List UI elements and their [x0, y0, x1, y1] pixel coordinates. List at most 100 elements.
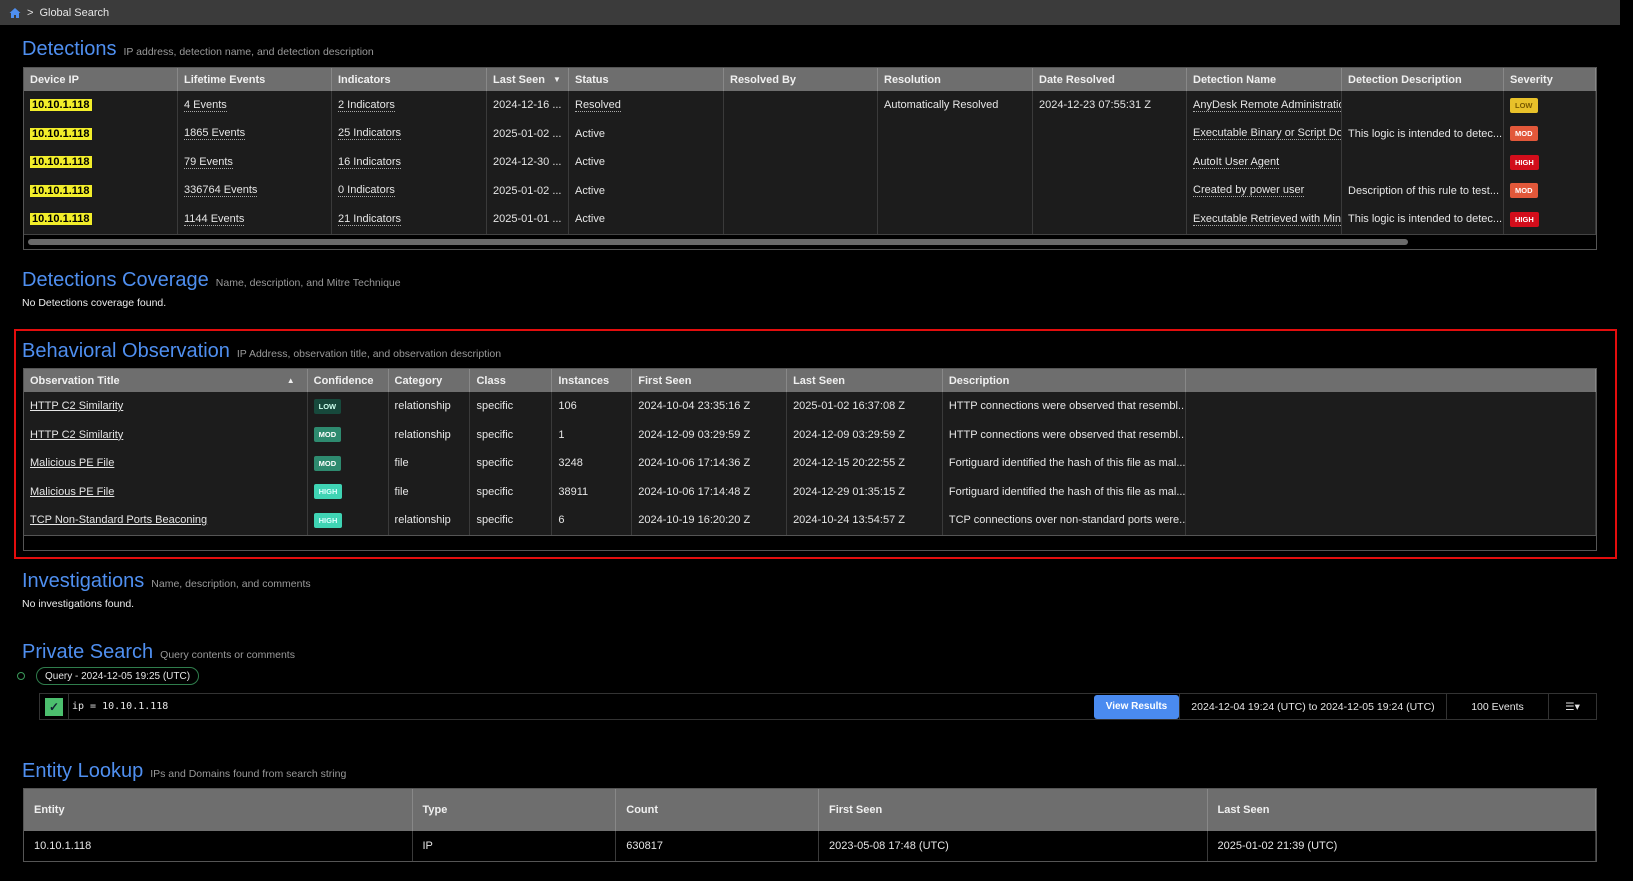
- table-row[interactable]: 10.10.1.118 79 Events 16 Indicators 2024-12…: [24, 148, 1596, 177]
- section-subtitle: Name, description, and comments: [151, 578, 311, 590]
- coverage-header: Detections Coverage Name, description, an…: [22, 269, 401, 292]
- cell-link[interactable]: 336764 Events: [184, 184, 258, 198]
- table-cell: Resolved: [569, 91, 724, 120]
- column-header[interactable]: Observation Title ▲: [24, 369, 308, 392]
- column-header[interactable]: Instances: [552, 369, 633, 392]
- table-cell: HTTP C2 Similarity: [24, 420, 308, 449]
- table-cell: file: [389, 477, 471, 506]
- table-cell: 10.10.1.118: [24, 831, 413, 861]
- observation-link[interactable]: Malicious PE File: [30, 486, 114, 498]
- table-row[interactable]: TCP Non-Standard Ports Beaconing HIGH rela…: [24, 506, 1597, 535]
- column-label: Resolution: [884, 73, 941, 86]
- table-cell: 6: [552, 506, 633, 535]
- column-header[interactable]: Count: [616, 789, 819, 831]
- table-cell: Automatically Resolved: [878, 91, 1033, 120]
- query-text[interactable]: ip = 10.10.1.118: [68, 694, 1094, 719]
- column-header[interactable]: Last Seen ▼: [487, 68, 569, 91]
- column-header[interactable]: Severity: [1504, 68, 1596, 91]
- column-header[interactable]: First Seen: [819, 789, 1208, 831]
- observation-link[interactable]: HTTP C2 Similarity: [30, 400, 123, 412]
- cell-text: 2024-12-15 20:22:55 Z: [793, 457, 905, 470]
- table-cell: 106: [552, 392, 633, 421]
- column-header[interactable]: Device IP: [24, 68, 178, 91]
- behavioral-header: Behavioral Observation IP Address, observ…: [22, 340, 501, 363]
- column-header[interactable]: First Seen: [632, 369, 788, 392]
- table-row[interactable]: Malicious PE File HIGH file specific 38911 20…: [24, 477, 1597, 506]
- table-row[interactable]: 10.10.1.118 336764 Events 0 Indicators 2025…: [24, 176, 1596, 205]
- sort-descending-icon[interactable]: ▼: [553, 75, 561, 84]
- table-cell: Executable Binary or Script Dow: [1187, 119, 1342, 148]
- column-header[interactable]: Resolution: [878, 68, 1033, 91]
- table-cell: relationship: [389, 420, 471, 449]
- column-header[interactable]: Confidence: [308, 369, 389, 392]
- table-cell: Fortiguard identified the hash of this f…: [943, 477, 1186, 506]
- column-header[interactable]: Entity: [24, 789, 413, 831]
- table-cell: [1186, 449, 1597, 478]
- column-label: Description: [948, 374, 1010, 387]
- breadcrumb-separator: >: [27, 6, 34, 19]
- cell-link[interactable]: 2 Indicators: [338, 99, 395, 112]
- horizontal-scrollbar[interactable]: [24, 233, 1596, 249]
- cell-link[interactable]: 0 Indicators: [338, 184, 395, 198]
- column-header[interactable]: Class: [470, 369, 553, 392]
- cell-link[interactable]: AutoIt User Agent: [1193, 156, 1280, 169]
- table-cell: [1186, 420, 1597, 449]
- section-title: Detections: [22, 38, 117, 60]
- cell-link[interactable]: 79 Events: [184, 156, 233, 169]
- column-header[interactable]: Last Seen: [787, 369, 943, 392]
- table-row[interactable]: 10.10.1.118 1144 Events 21 Indicators 2025-…: [24, 205, 1596, 234]
- cell-link[interactable]: 1865 Events: [184, 127, 246, 141]
- column-header[interactable]: [1186, 369, 1597, 392]
- status-link[interactable]: Resolved: [575, 99, 621, 112]
- table-row[interactable]: HTTP C2 Similarity MOD relationship specifi…: [24, 420, 1597, 449]
- check-icon[interactable]: ✓: [45, 697, 63, 716]
- table-cell: Malicious PE File: [24, 477, 308, 506]
- table-cell: 38911: [552, 477, 633, 506]
- cell-link[interactable]: Executable Binary or Script Dow: [1193, 127, 1341, 141]
- table-row[interactable]: HTTP C2 Similarity LOW relationship specifi…: [24, 392, 1597, 421]
- column-header[interactable]: Indicators: [332, 68, 487, 91]
- column-header[interactable]: Category: [389, 369, 471, 392]
- column-header[interactable]: Last Seen: [1208, 789, 1596, 831]
- column-header[interactable]: Type: [413, 789, 617, 831]
- column-header[interactable]: Detection Name: [1187, 68, 1342, 91]
- table-cell: 25 Indicators: [332, 119, 487, 148]
- table-cell: Created by power user: [1187, 176, 1342, 205]
- home-icon[interactable]: [9, 7, 21, 19]
- column-header[interactable]: Detection Description: [1342, 68, 1504, 91]
- observation-link[interactable]: TCP Non-Standard Ports Beaconing: [30, 514, 207, 526]
- cell-link[interactable]: Created by power user: [1193, 184, 1305, 198]
- scrollbar-thumb[interactable]: [28, 238, 1408, 245]
- sort-ascending-icon[interactable]: ▲: [287, 376, 295, 385]
- column-header[interactable]: Description: [943, 369, 1186, 392]
- cell-text: 2024-10-04 23:35:16 Z: [638, 400, 751, 413]
- table-cell: 10.10.1.118: [24, 205, 178, 234]
- table-row[interactable]: 10.10.1.118 4 Events 2 Indicators 2024-12-1…: [24, 91, 1596, 120]
- table-row[interactable]: 10.10.1.118 1865 Events 25 Indicators 2025-…: [24, 119, 1596, 148]
- column-header[interactable]: Lifetime Events: [178, 68, 332, 91]
- cell-link[interactable]: Executable Retrieved with Minir: [1193, 213, 1341, 226]
- coverage-empty: No Detections coverage found.: [22, 297, 167, 309]
- cell-link[interactable]: 21 Indicators: [338, 213, 401, 226]
- severity-badge: HIGH: [1510, 154, 1539, 170]
- table-cell: [724, 148, 878, 177]
- cell-link[interactable]: 25 Indicators: [338, 127, 401, 141]
- view-results-button[interactable]: View Results: [1094, 694, 1179, 719]
- cell-link[interactable]: 1144 Events: [184, 213, 245, 226]
- column-header[interactable]: Status: [569, 68, 724, 91]
- menu-icon[interactable]: ☰▾: [1548, 694, 1596, 719]
- table-row[interactable]: 10.10.1.118 IP 630817 2023-05-08 17:48 (UTC…: [24, 831, 1596, 861]
- table-row[interactable]: Malicious PE File MOD file specific 3248 2024…: [24, 449, 1597, 478]
- observation-link[interactable]: HTTP C2 Similarity: [30, 429, 123, 441]
- column-header[interactable]: Date Resolved: [1033, 68, 1187, 91]
- device-ip: 10.10.1.118: [30, 156, 92, 169]
- observation-link[interactable]: Malicious PE File: [30, 457, 114, 469]
- cell-link[interactable]: 4 Events: [184, 99, 227, 112]
- column-label: Observation Title: [30, 374, 120, 387]
- table-cell: 2024-10-04 23:35:16 Z: [632, 392, 788, 421]
- cell-link[interactable]: 16 Indicators: [338, 156, 401, 169]
- table-cell: [1033, 119, 1187, 148]
- cell-text: relationship: [394, 428, 451, 441]
- column-header[interactable]: Resolved By: [724, 68, 878, 91]
- cell-link[interactable]: AnyDesk Remote Administratio: [1193, 99, 1341, 112]
